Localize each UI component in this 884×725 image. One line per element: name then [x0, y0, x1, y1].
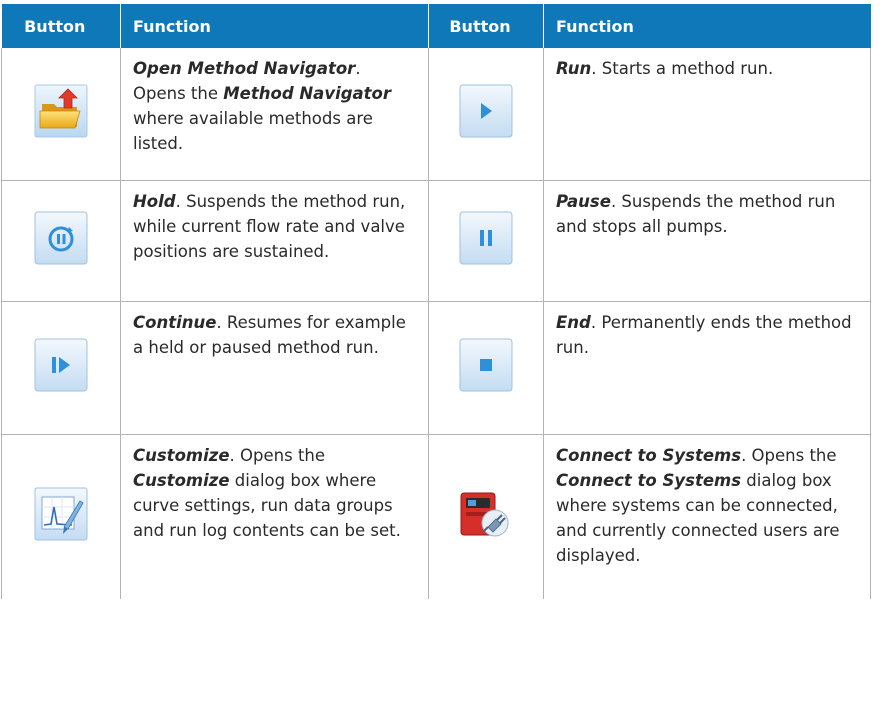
function-term-2: Connect to Systems [556, 471, 742, 490]
function-term: Customize [133, 446, 230, 465]
function-term: Open Method Navigator [133, 59, 356, 78]
table-row: Open Method Navigator. Opens the Method … [1, 48, 871, 181]
header-function-2: Function [543, 4, 871, 48]
function-cell: Connect to Systems. Opens the Connect to… [543, 434, 871, 599]
icon-cell [1, 434, 121, 599]
function-cell: Open Method Navigator. Opens the Method … [120, 48, 429, 181]
header-button-2: Button [428, 4, 544, 48]
function-cell: Hold. Suspends the method run, while cur… [120, 180, 429, 302]
stop-icon [459, 338, 513, 392]
function-cell: Run. Starts a method run. [543, 48, 871, 181]
icon-cell [1, 48, 121, 181]
function-term: Connect to Systems [556, 446, 742, 465]
table-row: Customize. Opens the Customize dialog bo… [1, 434, 871, 599]
icon-cell [1, 180, 121, 302]
icon-cell [1, 301, 121, 435]
icon-cell [428, 180, 544, 302]
play-icon [459, 84, 513, 138]
function-term-2: Method Navigator [223, 84, 392, 103]
button-function-page: Button Function Button Function Open Met… [0, 0, 884, 725]
header-button: Button [1, 4, 121, 48]
continue-icon [34, 338, 88, 392]
header-function: Function [120, 4, 429, 48]
table-row: Continue. Resumes for example a held or … [1, 301, 871, 435]
function-term: Run [556, 59, 592, 78]
function-cell: Pause. Suspends the method run and stops… [543, 180, 871, 302]
header-row: Button Function Button Function [1, 4, 871, 48]
open-folder-icon [34, 84, 88, 138]
function-cell: Customize. Opens the Customize dialog bo… [120, 434, 429, 599]
function-term: Pause [556, 192, 611, 211]
pause-icon [459, 211, 513, 265]
function-cell: Continue. Resumes for example a held or … [120, 301, 429, 435]
function-term: Continue [133, 313, 217, 332]
button-function-table: Button Function Button Function Open Met… [1, 4, 871, 599]
icon-cell [428, 301, 544, 435]
icon-cell [428, 48, 544, 181]
function-term-2: Customize [133, 471, 230, 490]
hold-icon [34, 211, 88, 265]
function-cell: End. Permanently ends the method run. [543, 301, 871, 435]
function-term: Hold [133, 192, 176, 211]
connect-systems-icon [459, 487, 513, 541]
icon-cell [428, 434, 544, 599]
table-row: Hold. Suspends the method run, while cur… [1, 180, 871, 302]
function-term: End [556, 313, 591, 332]
customize-curve-icon [34, 487, 88, 541]
